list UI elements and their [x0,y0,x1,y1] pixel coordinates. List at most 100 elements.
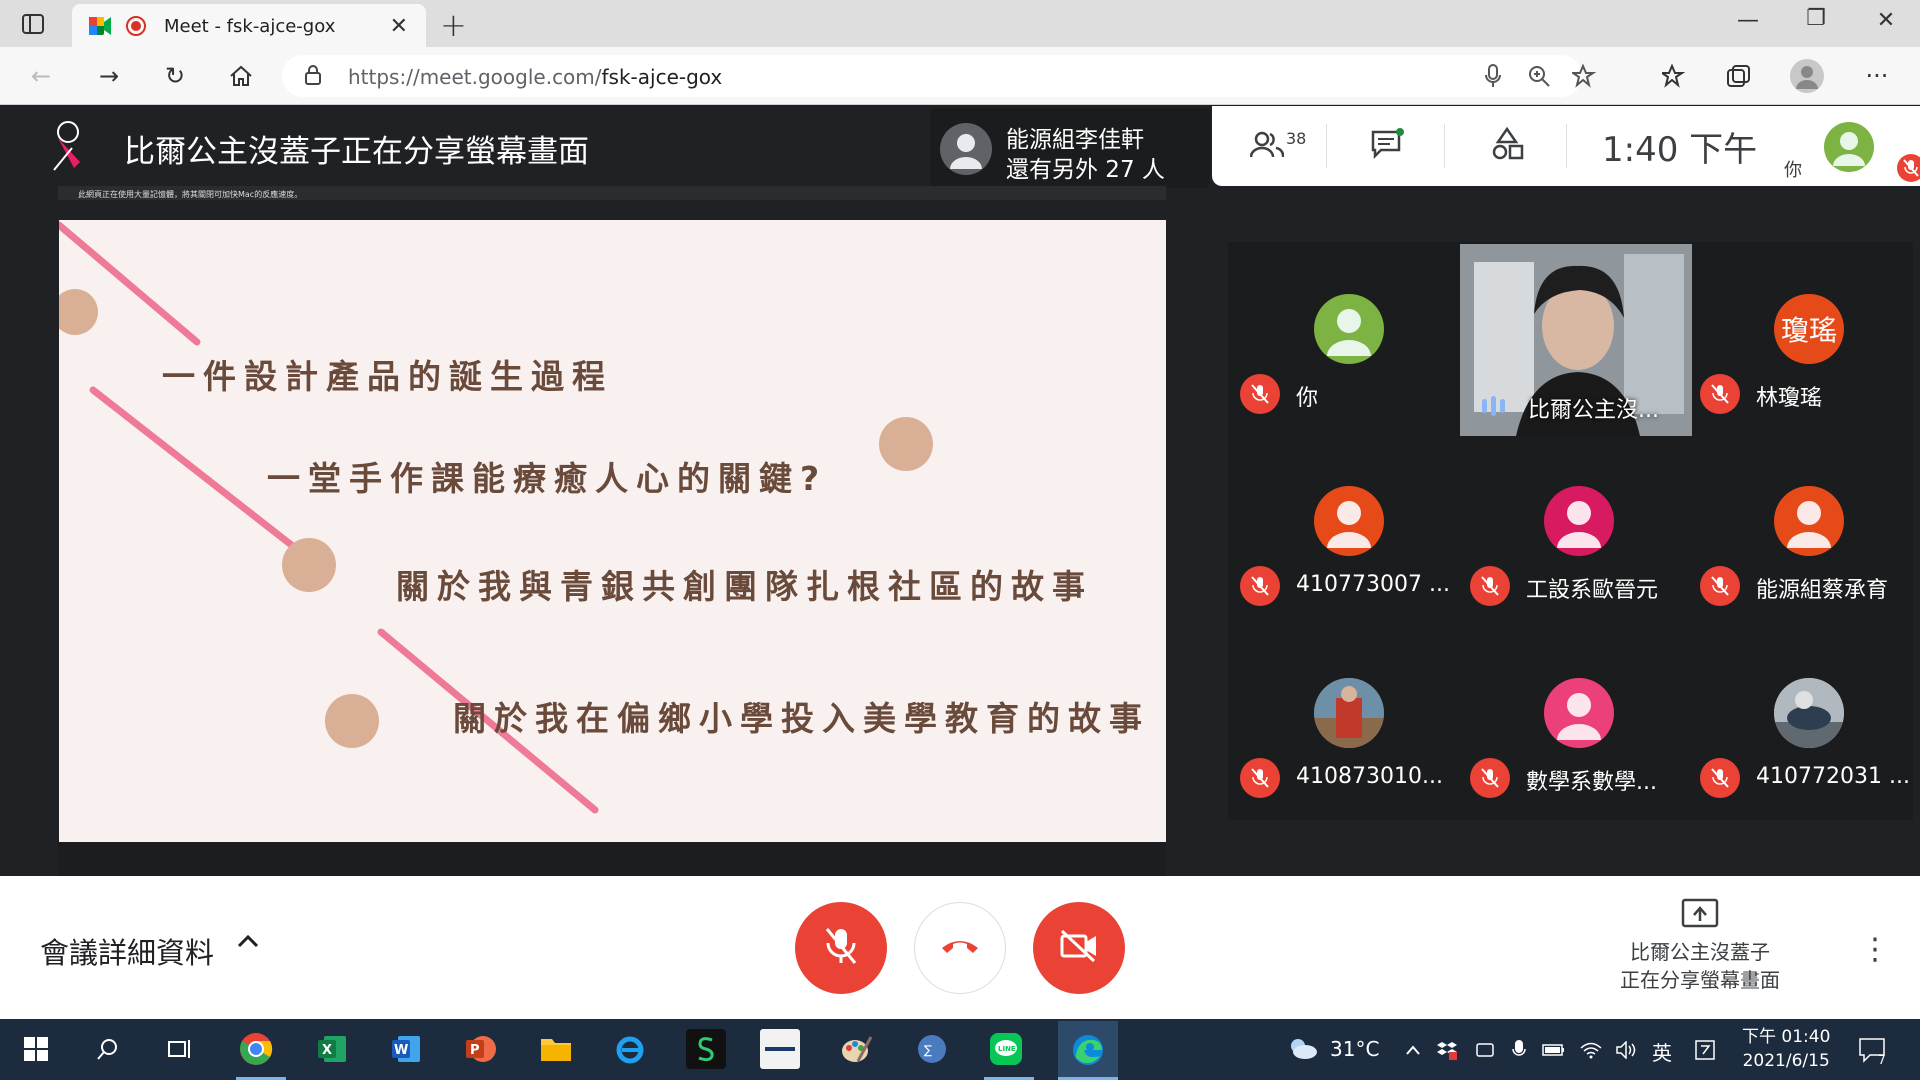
browser-tab-bar: Meet - fsk-ajce-gox ✕ + — ❐ ✕ [0,0,1920,47]
powerpoint-app-icon[interactable]: P [460,1029,500,1069]
lock-icon[interactable] [304,64,322,90]
tab-actions-icon[interactable] [18,10,48,38]
participant-tile[interactable]: 410773007 ... [1228,436,1456,628]
more-options-icon[interactable]: ⋮ [1860,932,1890,967]
excel-app-icon[interactable]: X [312,1029,352,1069]
profile-avatar-icon[interactable] [1790,59,1824,93]
window-close-icon[interactable]: ✕ [1866,8,1906,33]
address-bar[interactable]: https://meet.google.com/fsk-ajce-gox [282,55,1597,97]
weather-cloud-icon[interactable] [1284,1037,1320,1059]
input-language[interactable]: 英 [1652,1037,1672,1066]
microphone-icon[interactable] [1480,63,1506,89]
taskbar-time: 下午 01:40 [1742,1027,1831,1047]
search-icon[interactable] [88,1029,128,1069]
back-icon[interactable]: ← [26,61,56,91]
participant-name: 林瓊瑤 [1756,386,1823,411]
meet-now-icon[interactable] [1474,1039,1496,1061]
wifi-icon[interactable] [1580,1039,1602,1061]
file-explorer-icon[interactable] [536,1029,576,1069]
restore-icon[interactable]: ❐ [1796,6,1836,31]
slide-line-4: 關於我在偏鄉小學投入美學教育的故事 [453,699,1150,738]
slide-line-2: 一堂手作課能療癒人心的關鍵? [267,459,828,498]
chrome-app-icon[interactable] [236,1029,276,1069]
reload-icon[interactable]: ↻ [160,61,190,91]
participant-name: 工設系歐晉元 [1526,578,1659,603]
new-tab-icon[interactable]: + [440,6,467,44]
browser-tab[interactable]: Meet - fsk-ajce-gox ✕ [72,4,426,47]
url-text: https://meet.google.com/fsk-ajce-gox [348,65,723,89]
presenter-banner: 比爾公主沒蓋子正在分享螢幕畫面 [124,134,589,170]
participant-tile[interactable]: 瓊瑤 林瓊瑤 [1688,244,1916,436]
activities-button[interactable] [1490,124,1524,168]
svg-text:X: X [322,1043,332,1058]
shared-screen-notice: 此網頁正在使用大量記憶體，將其關閉可加快Mac的反應速度。 [78,190,303,199]
active-speaker-name: 能源組李佳軒 [1006,127,1144,153]
chevron-up-icon[interactable] [236,928,260,961]
meeting-info-bar: 38 1:40 下午 你 [1212,106,1920,186]
dropbox-icon[interactable] [1436,1039,1458,1061]
volume-icon[interactable] [1616,1039,1638,1061]
minimize-icon[interactable]: — [1728,8,1768,33]
google-meet-icon [89,17,111,35]
camera-toggle-button[interactable] [1033,902,1125,994]
meeting-clock: 1:40 下午 [1602,129,1758,170]
participant-avatar-icon [1544,486,1614,556]
presentation-status[interactable]: 比爾公主沒蓋子 正在分享螢幕畫面 [1600,898,1800,994]
microphone-in-use-icon[interactable] [1508,1039,1530,1061]
participant-tile[interactable]: 工設系歐晉元 [1458,436,1686,628]
microphone-toggle-button[interactable] [795,902,887,994]
ime-mode-icon[interactable] [1694,1039,1716,1061]
shared-slide: 一件設計產品的誕生過程 一堂手作課能療癒人心的關鍵? 關於我與青銀共創團隊扎根社… [59,220,1166,842]
task-view-icon[interactable] [160,1029,200,1069]
start-icon[interactable] [16,1029,56,1069]
participant-avatar-icon [1774,486,1844,556]
show-hidden-icons-chevron-icon[interactable] [1402,1039,1424,1061]
battery-icon[interactable] [1542,1039,1564,1061]
more-menu-icon[interactable]: ··· [1862,61,1892,91]
participant-tile[interactable]: 能源組蔡承育 [1688,436,1916,628]
internet-explorer-icon[interactable] [610,1029,650,1069]
zoom-icon[interactable] [1526,63,1552,89]
math-app-icon[interactable]: ∑ [912,1029,952,1069]
chat-button[interactable] [1370,124,1406,168]
notification-count: 7 [1878,1053,1886,1067]
paint-app-icon[interactable] [836,1029,876,1069]
meeting-details-button[interactable]: 會議詳細資料 [40,930,214,972]
app-icon-s[interactable] [686,1029,726,1069]
participant-name: 數學系數學... [1526,770,1657,795]
participant-name: 410773007 ... [1296,572,1450,597]
collections-icon[interactable] [1724,61,1754,91]
home-icon[interactable] [226,61,256,91]
participant-avatar-icon [1544,678,1614,748]
participant-avatar: 瓊瑤 [1774,294,1844,364]
muted-icon [1700,758,1740,798]
presenting-status: 正在分享螢幕畫面 [1620,968,1780,992]
weather-temperature[interactable]: 31°C [1330,1037,1379,1061]
muted-icon [1240,374,1280,414]
line-app-icon[interactable]: LINE [986,1029,1026,1069]
participant-tile[interactable]: 410873010... [1228,628,1456,820]
people-button[interactable]: 38 [1249,124,1306,168]
chat-icon [1370,128,1406,164]
participant-tile[interactable]: 數學系數學... [1458,628,1686,820]
word-app-icon[interactable]: W [386,1029,426,1069]
muted-icon [1700,374,1740,414]
leave-call-button[interactable] [914,902,1006,994]
participant-photo-icon [1314,678,1384,748]
add-favorite-icon[interactable] [1572,63,1598,89]
participant-name: 比爾公主沒... [1528,398,1659,423]
svg-text:∑: ∑ [924,1043,932,1057]
forward-icon[interactable]: → [94,61,124,91]
presenter-name: 比爾公主沒蓋子 [1630,940,1770,964]
meet-controls-bar: 會議詳細資料 比爾公主沒蓋子 正在分享螢幕畫面 ⋮ [0,876,1920,1019]
close-tab-icon[interactable]: ✕ [390,14,408,39]
svg-text:W: W [394,1043,408,1058]
participant-tile[interactable]: 410772031 ... [1688,628,1916,820]
edge-app-icon[interactable] [1058,1021,1118,1079]
harman-app-icon[interactable] [760,1029,800,1069]
participant-tile[interactable]: 你 [1228,244,1456,436]
favorites-icon[interactable] [1660,61,1690,91]
participant-video-tile[interactable]: 比爾公主沒... [1460,244,1692,436]
taskbar-clock[interactable]: 下午 01:40 2021/6/15 [1742,1025,1830,1073]
active-speaker-chip[interactable]: 能源組李佳軒 還有另外 27 人 [930,108,1210,188]
